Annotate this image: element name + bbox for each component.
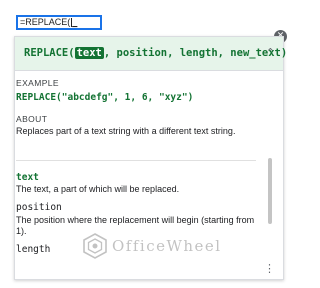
- formula-cell-input[interactable]: =REPLACE(_: [16, 15, 102, 30]
- signature-rest: , position, length, new_text): [103, 47, 288, 59]
- about-label: ABOUT: [16, 114, 48, 124]
- formula-suffix: _: [72, 17, 78, 27]
- example-code: REPLACE("abcdefg", 1, 6, "xyz"): [16, 92, 194, 103]
- function-signature: REPLACE(text, position, length, new_text…: [24, 47, 287, 59]
- officewheel-watermark: OfficeWheel: [82, 233, 222, 259]
- argument-text-description: The text, a part of which will be replac…: [16, 184, 180, 194]
- divider: [16, 160, 256, 161]
- scrollbar[interactable]: [268, 158, 272, 224]
- active-argument: text: [74, 47, 104, 59]
- watermark-text: OfficeWheel: [112, 237, 222, 255]
- example-label: EXAMPLE: [16, 78, 59, 88]
- chevron-up-icon[interactable]: ⌃: [266, 46, 275, 59]
- argument-text-name: text: [16, 172, 39, 183]
- about-text: Replaces part of a text string with a di…: [16, 126, 236, 136]
- officewheel-logo-icon: [83, 233, 107, 259]
- more-vert-icon[interactable]: ⋮: [264, 262, 275, 275]
- function-signature-header[interactable]: REPLACE(text, position, length, new_text…: [15, 37, 287, 71]
- formula-text: =REPLACE(: [20, 17, 71, 27]
- argument-length-name: length: [16, 244, 51, 255]
- function-name: REPLACE(: [24, 47, 75, 59]
- argument-position-name: position: [16, 202, 62, 213]
